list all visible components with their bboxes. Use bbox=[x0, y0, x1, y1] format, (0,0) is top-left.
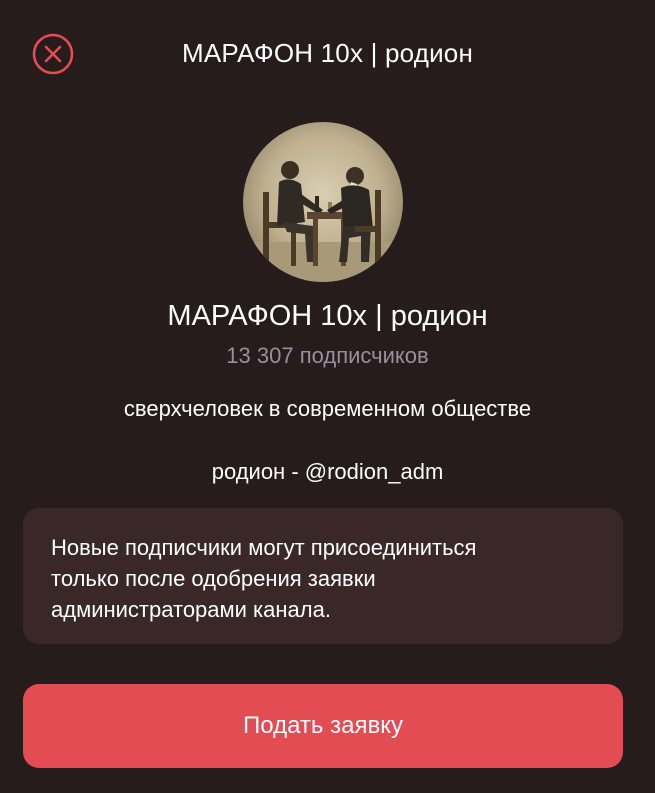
channel-avatar-illustration bbox=[243, 122, 403, 282]
channel-description: сверхчеловек в современном обществе bbox=[123, 396, 532, 421]
subscriber-count: 13 307 подписчиков bbox=[226, 343, 429, 368]
channel-admin-contact[interactable]: родион - @rodion_adm bbox=[0, 459, 655, 485]
header-title: МАРАФОН 10x | родион bbox=[181, 38, 474, 68]
channel-name: МАРАФОН 10x | родион bbox=[167, 300, 488, 332]
submit-request-button[interactable]: Подать заявку bbox=[23, 684, 623, 768]
approval-notice-text: Новые подписчики могут присоединиться то… bbox=[51, 535, 477, 622]
approval-notice: Новые подписчики могут присоединиться то… bbox=[23, 508, 623, 644]
submit-request-label: Подать заявку bbox=[243, 712, 403, 739]
channel-avatar bbox=[243, 122, 403, 282]
join-request-sheet: МАРАФОН 10x | родион МАРАФОН 10x | родио… bbox=[0, 0, 655, 793]
